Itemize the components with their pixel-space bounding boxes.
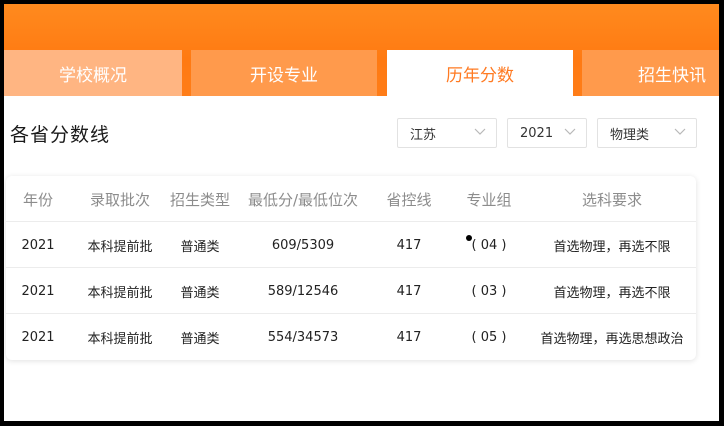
score-table: 年份 录取批次 招生类型 最低分/最低位次 省控线 专业组 选科要求 2021 …	[6, 176, 696, 360]
column-header-type: 招生类型	[169, 190, 230, 209]
province-select[interactable]: 江苏	[397, 118, 497, 148]
tab-admission-news[interactable]: 招生快讯	[582, 50, 719, 96]
subject-type-select[interactable]: 物理类	[597, 118, 697, 148]
tab-label: 历年分数	[446, 65, 514, 86]
cell-batch: 本科提前批	[87, 285, 153, 301]
cell-year: 2021	[21, 329, 55, 345]
table-row: 2021 本科提前批 普通类 609/5309 417 ( 04 ) 首选物理，…	[6, 222, 696, 268]
tab-majors[interactable]: 开设专业	[191, 50, 377, 96]
cell-type: 普通类	[180, 331, 220, 347]
column-header-control-line: 省控线	[386, 190, 432, 209]
cell-major-group: ( 04 )	[471, 237, 507, 253]
tab-school-overview[interactable]: 学校概况	[4, 50, 182, 96]
cell-subject-req: 首选物理，再选不限	[553, 285, 671, 301]
cell-batch: 本科提前批	[87, 239, 153, 255]
cell-type: 普通类	[180, 285, 220, 301]
section-title: 各省分数线	[10, 124, 111, 146]
cell-subject-req: 首选物理，再选不限	[553, 239, 671, 255]
province-value: 江苏	[410, 127, 437, 143]
cell-min-score: 554/34573	[267, 329, 339, 345]
table-row: 2021 本科提前批 普通类 554/34573 417 ( 05 ) 首选物理…	[6, 314, 696, 360]
mouse-cursor-dot	[466, 235, 472, 241]
cell-year: 2021	[21, 237, 55, 253]
column-header-min-score: 最低分/最低位次	[247, 190, 359, 209]
tab-label: 学校概况	[59, 65, 127, 86]
cell-subject-req: 首选物理，再选思想政治	[540, 331, 684, 347]
tab-label: 开设专业	[250, 65, 318, 86]
column-header-subject-req: 选科要求	[581, 190, 642, 209]
tab-historical-scores[interactable]: 历年分数	[387, 50, 573, 96]
table-header-row: 年份 录取批次 招生类型 最低分/最低位次 省控线 专业组 选科要求	[6, 176, 696, 222]
chevron-down-icon	[674, 128, 686, 135]
cell-major-group: ( 05 )	[471, 329, 507, 345]
cell-control-line: 417	[396, 329, 422, 345]
column-header-major-group: 专业组	[466, 190, 512, 209]
cell-batch: 本科提前批	[87, 331, 153, 347]
cell-min-score: 609/5309	[271, 237, 335, 253]
table-row: 2021 本科提前批 普通类 589/12546 417 ( 03 ) 首选物理…	[6, 268, 696, 314]
tab-label: 招生快讯	[638, 65, 706, 86]
cell-control-line: 417	[396, 237, 422, 253]
year-select[interactable]: 2021	[507, 118, 587, 148]
year-value: 2021	[520, 125, 554, 141]
chevron-down-icon	[564, 128, 576, 135]
cell-type: 普通类	[180, 239, 220, 255]
column-header-year: 年份	[22, 190, 53, 209]
cell-min-score: 589/12546	[267, 283, 339, 299]
cell-major-group: ( 03 )	[471, 283, 507, 299]
cell-year: 2021	[21, 283, 55, 299]
chevron-down-icon	[474, 128, 486, 135]
column-header-batch: 录取批次	[89, 190, 150, 209]
cell-control-line: 417	[396, 283, 422, 299]
page-frame: 学校概况 开设专业 历年分数 招生快讯 各省分数线 江苏 2021 物理类 年份…	[4, 4, 719, 421]
subject-type-value: 物理类	[610, 127, 650, 143]
